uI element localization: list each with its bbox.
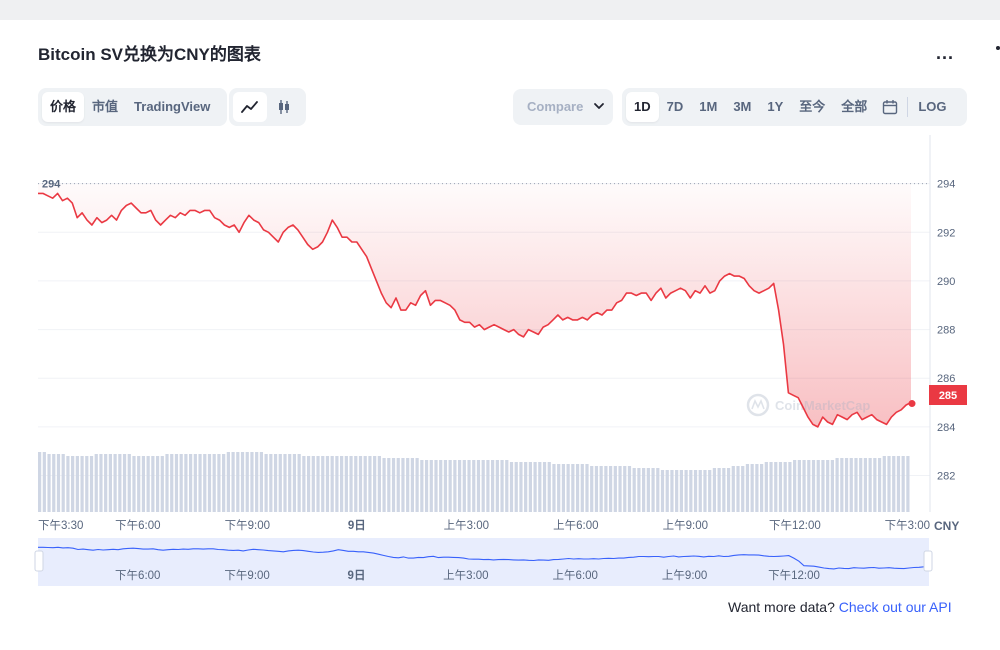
api-promo: Want more data? Check out our API <box>728 599 952 615</box>
compare-dropdown[interactable]: Compare <box>513 89 613 125</box>
timeframe-7d[interactable]: 7D <box>659 92 692 122</box>
timeframe-1m[interactable]: 1M <box>691 92 725 122</box>
top-strip <box>0 0 1000 20</box>
tab-tradingview[interactable]: TradingView <box>126 92 218 122</box>
timeframe-ytd[interactable]: 至今 <box>791 92 833 122</box>
chart-tab-group: 价格 市值 TradingView <box>38 88 227 126</box>
timeframe-1d[interactable]: 1D <box>626 92 659 122</box>
candlestick-icon[interactable] <box>267 92 301 122</box>
compare-label: Compare <box>527 99 584 114</box>
toolbar-divider <box>907 97 909 117</box>
chart-type-group <box>229 88 306 126</box>
calendar-icon[interactable] <box>875 92 905 122</box>
chevron-down-icon <box>593 89 605 125</box>
api-promo-text: Want more data? <box>728 599 835 615</box>
tab-price[interactable]: 价格 <box>42 92 85 122</box>
tab-marketcap[interactable]: 市值 <box>84 92 126 122</box>
more-options-button[interactable]: ... <box>936 44 954 62</box>
page-title: Bitcoin SV兑换为CNY的图表 <box>38 45 261 64</box>
timeframe-group: 1D 7D 1M 3M 1Y 至今 全部 LOG <box>622 88 967 126</box>
timeframe-1y[interactable]: 1Y <box>759 92 791 122</box>
timeframe-3m[interactable]: 3M <box>725 92 759 122</box>
line-chart-icon[interactable] <box>233 92 267 122</box>
log-scale-button[interactable]: LOG <box>910 92 954 122</box>
edge-dot <box>996 46 1000 50</box>
api-link[interactable]: Check out our API <box>839 599 952 615</box>
timeframe-all[interactable]: 全部 <box>833 92 875 122</box>
